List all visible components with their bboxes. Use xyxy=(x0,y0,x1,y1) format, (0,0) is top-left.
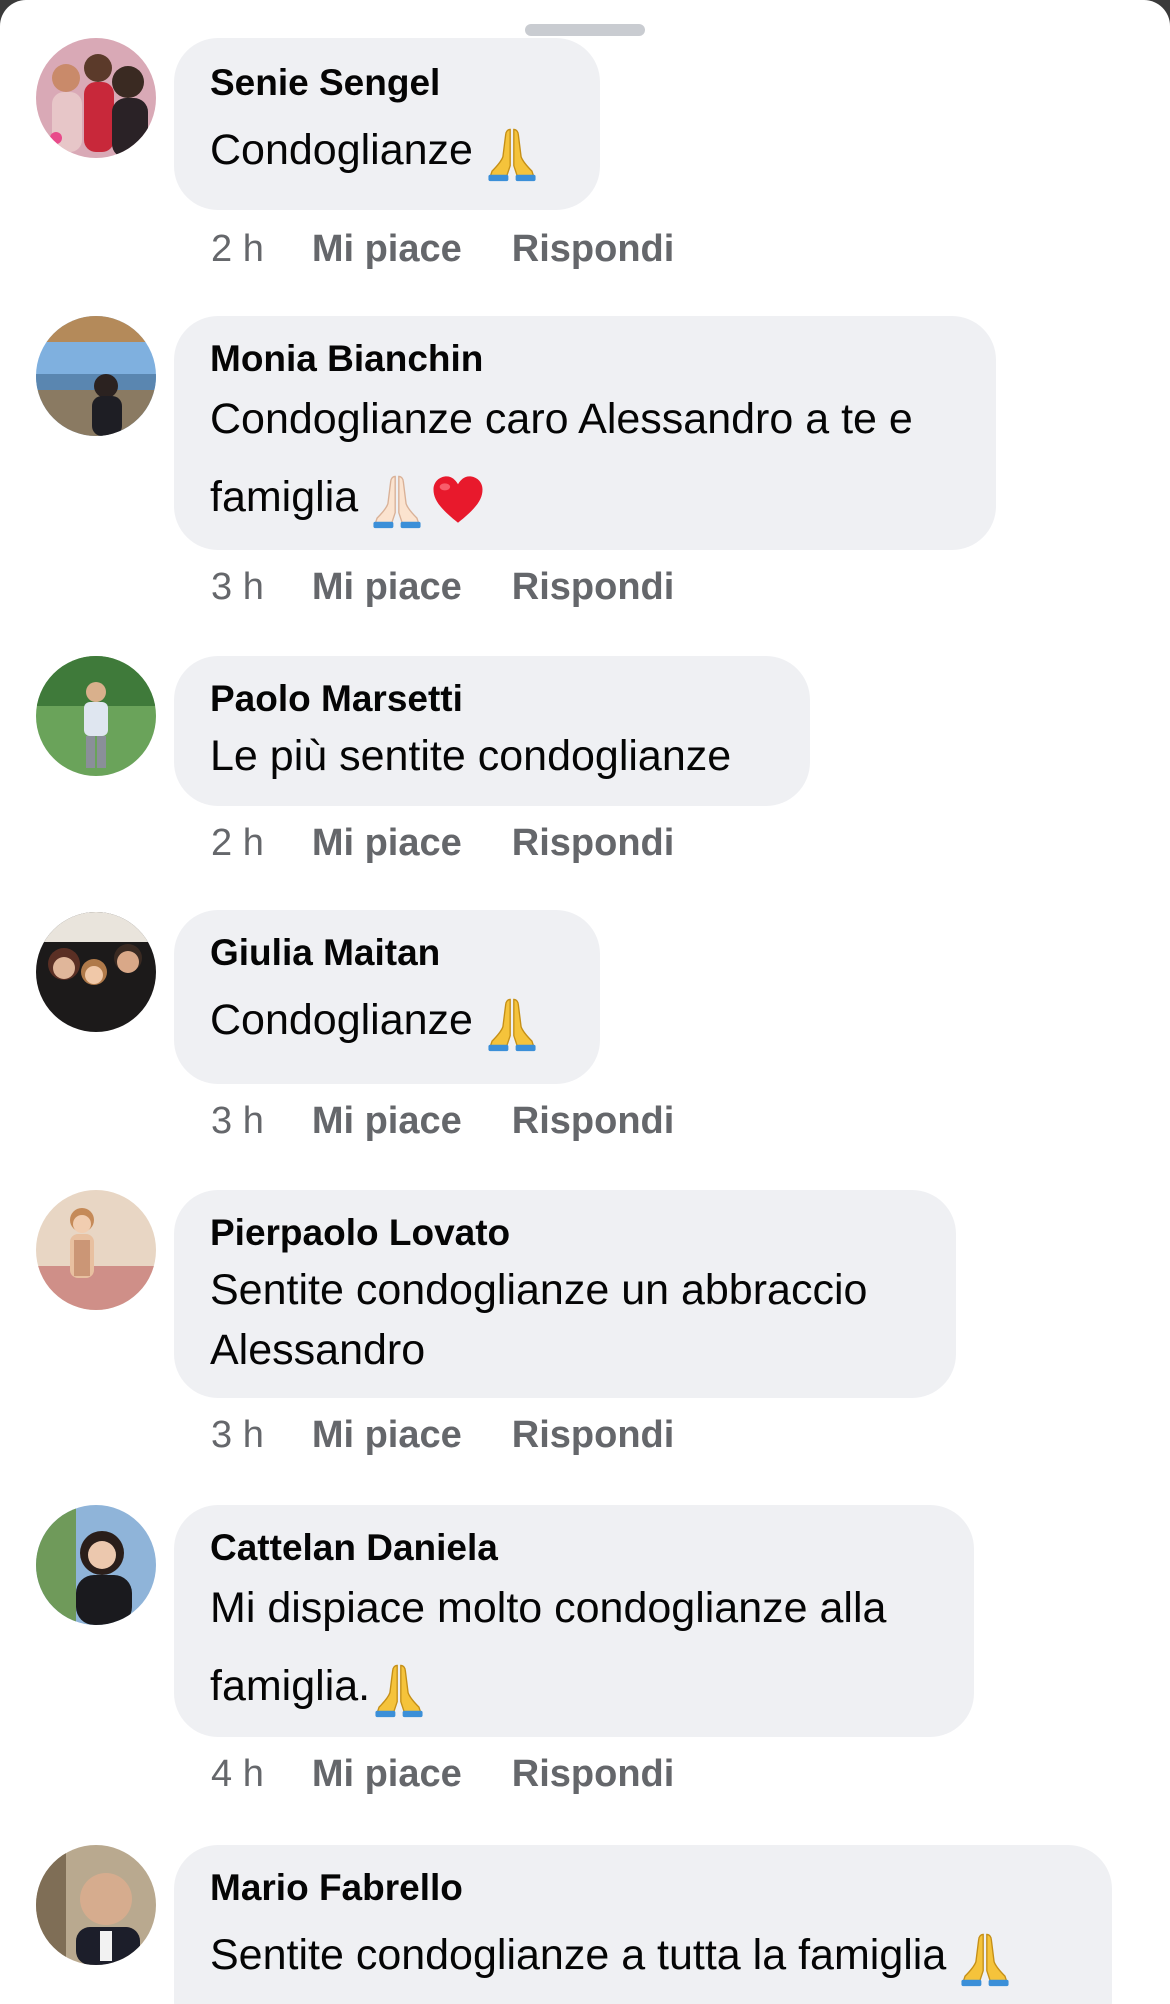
like-button[interactable]: Mi piace xyxy=(312,226,462,272)
comment-text: Condoglianze xyxy=(210,126,473,174)
comment-timestamp[interactable]: 3 h xyxy=(211,564,264,610)
avatar-photo xyxy=(36,1845,156,1965)
reply-button[interactable]: Rispondi xyxy=(512,226,675,272)
comment-text-row: Condoglianze xyxy=(210,120,564,182)
comment-bubble: Cattelan Daniela Mi dispiace molto condo… xyxy=(174,1505,974,1737)
like-button[interactable]: Mi piace xyxy=(312,820,462,866)
comment-bubble: Mario Fabrello Sentite condoglianze a tu… xyxy=(174,1845,1112,2004)
avatar[interactable] xyxy=(36,656,156,776)
comment-author[interactable]: Giulia Maitan xyxy=(210,930,564,976)
comment-author[interactable]: Monia Bianchin xyxy=(210,336,960,382)
comment-text-row: Condoglianze xyxy=(210,990,564,1052)
like-button[interactable]: Mi piace xyxy=(312,564,462,610)
comment-timestamp[interactable]: 3 h xyxy=(211,1098,264,1144)
comment-actions: 3 h Mi piace Rispondi xyxy=(211,564,674,610)
avatar[interactable] xyxy=(36,1845,156,1965)
comment-text: Sentite condoglianze a tutta la famiglia xyxy=(210,1931,947,1979)
avatar[interactable] xyxy=(36,912,156,1032)
comment-actions: 4 h Mi piace Rispondi xyxy=(211,1751,674,1797)
comment-text: Mi dispiace molto condoglianze alla fami… xyxy=(210,1584,887,1710)
folded-hands-light-icon xyxy=(368,471,426,529)
comment-bubble: Paolo Marsetti Le più sentite condoglian… xyxy=(174,656,810,806)
avatar[interactable] xyxy=(36,1505,156,1625)
comment-text: Condoglianze xyxy=(210,996,473,1044)
avatar-photo xyxy=(36,912,156,1032)
avatar-photo xyxy=(36,656,156,776)
comment-actions: 2 h Mi piace Rispondi xyxy=(211,820,674,866)
reply-button[interactable]: Rispondi xyxy=(512,820,675,866)
comment-bubble: Pierpaolo Lovato Sentite condoglianze un… xyxy=(174,1190,956,1398)
comments-sheet: Senie Sengel Condoglianze 2 h Mi piace Ris… xyxy=(0,0,1170,2004)
comment-actions: 3 h Mi piace Rispondi xyxy=(211,1098,674,1144)
avatar-photo xyxy=(36,38,156,158)
like-button[interactable]: Mi piace xyxy=(312,1751,462,1797)
reply-button[interactable]: Rispondi xyxy=(512,1098,675,1144)
comment-bubble: Monia Bianchin Condoglianze caro Alessan… xyxy=(174,316,996,550)
comment-text-row: Le più sentite condoglianze xyxy=(210,726,774,786)
avatar-photo xyxy=(36,1505,156,1625)
avatar-photo xyxy=(36,316,156,436)
comment-text: Le più sentite condoglianze xyxy=(210,732,732,780)
folded-hands-icon xyxy=(483,124,541,182)
comment-text-row: Condoglianze caro Alessandro a te e fami… xyxy=(210,380,960,536)
avatar[interactable] xyxy=(36,1190,156,1310)
comment-author[interactable]: Mario Fabrello xyxy=(210,1865,1076,1911)
like-button[interactable]: Mi piace xyxy=(312,1412,462,1458)
sheet-drag-handle[interactable] xyxy=(525,24,645,36)
comment-bubble: Senie Sengel Condoglianze xyxy=(174,38,600,210)
comment-actions: 3 h Mi piace Rispondi xyxy=(211,1412,674,1458)
comment-author[interactable]: Pierpaolo Lovato xyxy=(210,1210,920,1256)
reply-button[interactable]: Rispondi xyxy=(512,1751,675,1797)
reply-button[interactable]: Rispondi xyxy=(512,564,675,610)
avatar[interactable] xyxy=(36,38,156,158)
comment-text-row: Sentite condoglianze un abbraccio Alessa… xyxy=(210,1260,920,1380)
comment-text-row: Sentite condoglianze a tutta la famiglia xyxy=(210,1925,1076,1987)
comment-author[interactable]: Senie Sengel xyxy=(210,60,564,106)
avatar-photo xyxy=(36,1190,156,1310)
comment-bubble: Giulia Maitan Condoglianze xyxy=(174,910,600,1084)
like-button[interactable]: Mi piace xyxy=(312,1098,462,1144)
comment-author[interactable]: Paolo Marsetti xyxy=(210,676,774,722)
comment-text: Sentite condoglianze un abbraccio Alessa… xyxy=(210,1266,868,1374)
reply-button[interactable]: Rispondi xyxy=(512,1412,675,1458)
comment-actions: 2 h Mi piace Rispondi xyxy=(211,226,674,272)
comment-timestamp[interactable]: 4 h xyxy=(211,1751,264,1797)
avatar[interactable] xyxy=(36,316,156,436)
comment-timestamp[interactable]: 2 h xyxy=(211,820,264,866)
folded-hands-icon xyxy=(370,1660,428,1718)
comment-text: Condoglianze caro Alessandro a te e fami… xyxy=(210,395,913,521)
folded-hands-icon xyxy=(483,994,541,1052)
comment-author[interactable]: Cattelan Daniela xyxy=(210,1525,938,1571)
folded-hands-icon xyxy=(956,1929,1014,1987)
red-heart-icon xyxy=(430,472,486,528)
comment-text-row: Mi dispiace molto condoglianze alla fami… xyxy=(210,1569,938,1725)
comment-timestamp[interactable]: 2 h xyxy=(211,226,264,272)
comment-timestamp[interactable]: 3 h xyxy=(211,1412,264,1458)
